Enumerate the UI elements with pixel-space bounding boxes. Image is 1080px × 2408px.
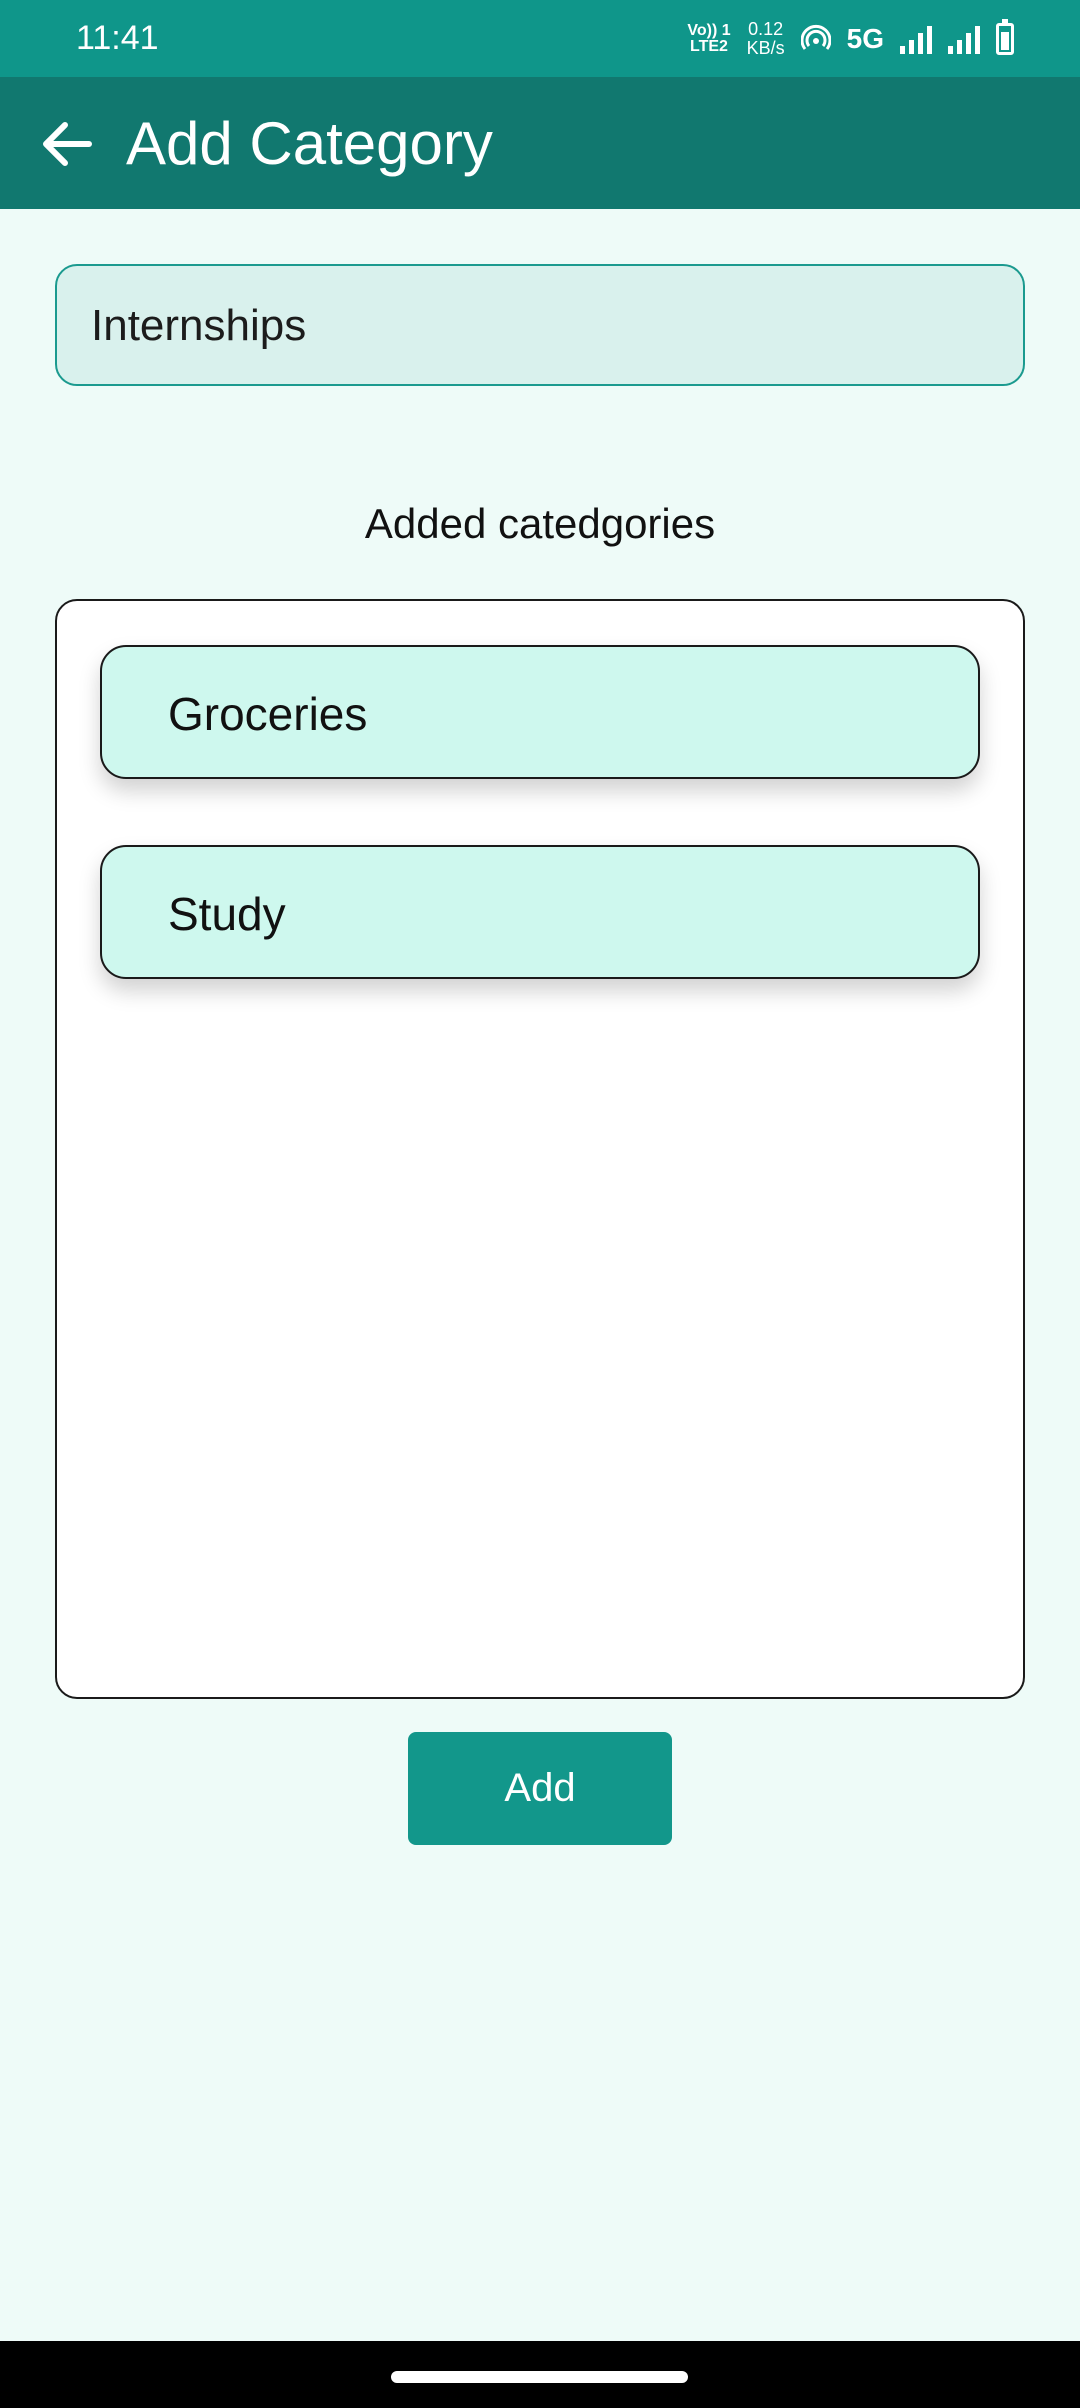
category-item-label: Groceries (168, 688, 368, 740)
category-item[interactable]: Groceries (100, 645, 980, 779)
status-bar: 11:41 Vo)) 1 LTE2 0.12 KB/s 5G (0, 0, 1080, 77)
categories-list: Groceries Study (55, 599, 1025, 1699)
add-button[interactable]: Add (408, 1732, 672, 1845)
hotspot-icon (800, 24, 831, 50)
app-bar: Add Category (0, 77, 1080, 209)
network-type: 5G (846, 23, 884, 54)
page-title: Add Category (126, 110, 493, 177)
category-name-input[interactable] (89, 266, 993, 386)
status-time: 11:41 (76, 19, 159, 57)
back-button[interactable] (36, 113, 98, 175)
signal-icon-2 (948, 24, 980, 54)
category-input-field (55, 264, 1025, 386)
volte-indicator: Vo)) 1 LTE2 (687, 22, 731, 55)
network-speed: 0.12 KB/s (746, 19, 785, 58)
arrow-left-icon (43, 122, 92, 166)
battery-icon (996, 19, 1014, 55)
category-item[interactable]: Study (100, 845, 980, 979)
status-icons: Vo)) 1 LTE2 0.12 KB/s 5G (687, 14, 1014, 64)
added-categories-heading: Added catedgories (364, 500, 716, 547)
home-indicator[interactable] (391, 2371, 688, 2383)
signal-icon (900, 24, 932, 54)
category-item-label: Study (168, 888, 286, 940)
